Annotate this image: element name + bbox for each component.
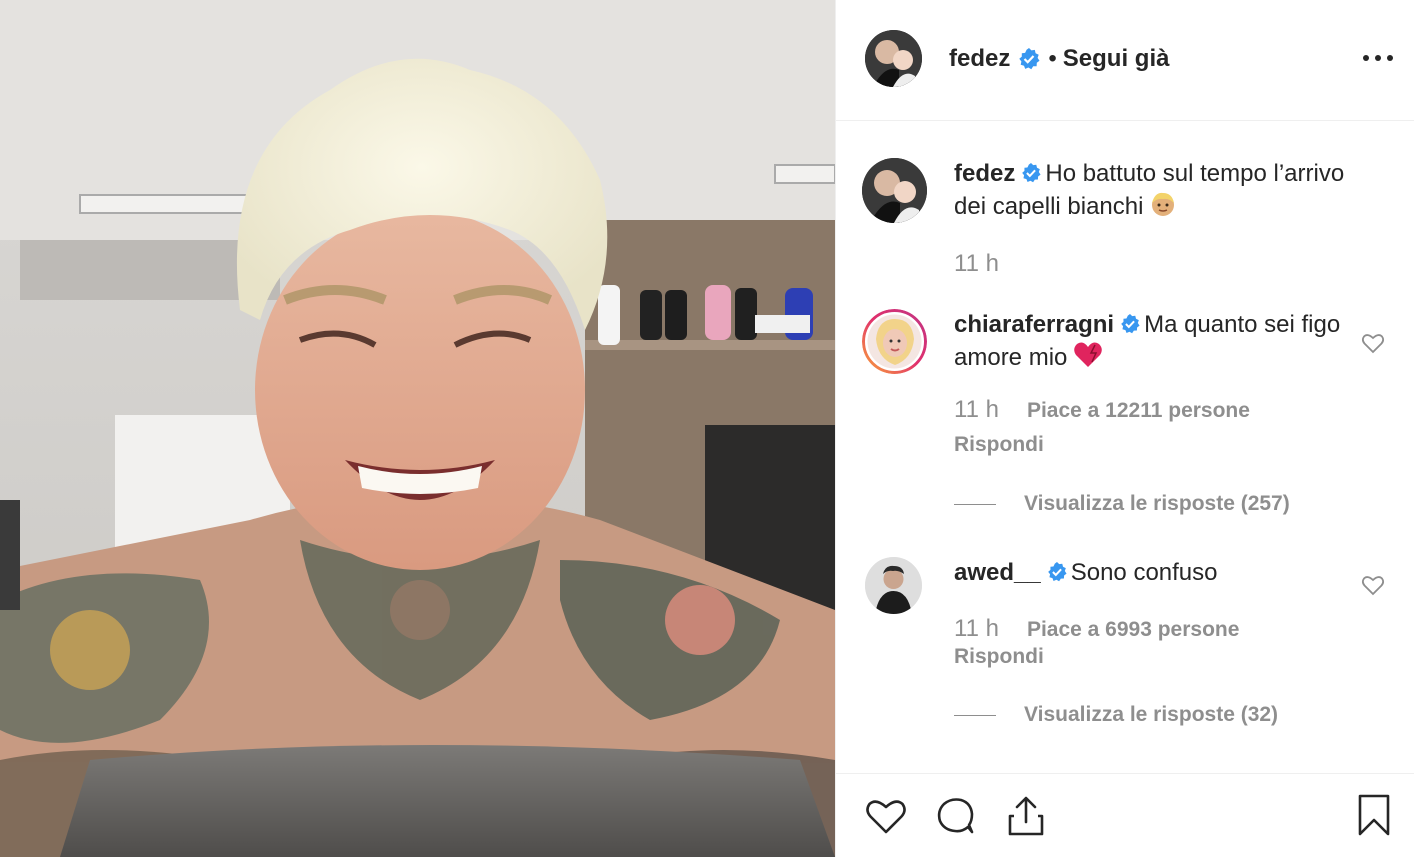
- comment-text: Sono confuso: [1070, 559, 1218, 586]
- replies-divider: [954, 503, 996, 505]
- view-replies-label: Visualizza le risposte (257): [1024, 492, 1290, 515]
- comment-time: 11 h: [954, 615, 999, 642]
- heart-outline-icon[interactable]: [864, 794, 908, 838]
- post-sidebar: fedez • Segui già fedez Ho battuto sul t…: [835, 0, 1414, 857]
- heart-emoji-icon: [1073, 341, 1103, 369]
- caption-time: 11 h: [954, 250, 999, 277]
- selfie-photo: [0, 0, 835, 857]
- more-options-icon[interactable]: [1363, 46, 1393, 70]
- author-avatar[interactable]: [865, 30, 922, 87]
- verified-badge-icon: [1021, 163, 1041, 183]
- follow-status-button[interactable]: Segui già: [1063, 45, 1170, 73]
- comment-username[interactable]: chiaraferragni: [954, 311, 1114, 338]
- header-user: fedez • Segui già: [949, 45, 1169, 73]
- caption-body: fedez Ho battuto sul tempo l’arrivo dei c…: [954, 158, 1354, 223]
- header-separator: •: [1048, 45, 1057, 72]
- reply-button[interactable]: Rispondi: [954, 645, 1044, 669]
- comment-bubble-icon[interactable]: [934, 794, 978, 838]
- blond-child-emoji-icon: [1149, 190, 1177, 218]
- comment-meta: 11 h Piace a 12211 persone: [954, 396, 1250, 424]
- comment-meta: 11 h Piace a 6993 persone: [954, 615, 1239, 643]
- comment-body: chiaraferragni Ma quanto sei figo amore m…: [954, 309, 1354, 374]
- verified-badge-icon: [1120, 314, 1140, 334]
- view-replies-button[interactable]: Visualizza le risposte (32): [954, 703, 1278, 727]
- action-bar: [836, 773, 1414, 857]
- post-header: fedez • Segui già: [836, 0, 1414, 121]
- post-photo[interactable]: [0, 0, 835, 857]
- comment-likes-link[interactable]: Piace a 6993 persone: [1027, 618, 1239, 641]
- comment-likes-link[interactable]: Piace a 12211 persone: [1027, 399, 1250, 422]
- caption-username[interactable]: fedez: [954, 160, 1015, 187]
- bookmark-icon[interactable]: [1352, 794, 1396, 838]
- like-comment-heart-icon[interactable]: [1361, 573, 1385, 597]
- replies-divider: [954, 714, 996, 716]
- author-username[interactable]: fedez: [949, 45, 1010, 73]
- verified-badge-icon: [1018, 48, 1040, 70]
- reply-button[interactable]: Rispondi: [954, 433, 1044, 457]
- caption-avatar[interactable]: [862, 158, 927, 223]
- like-comment-heart-icon[interactable]: [1361, 331, 1385, 355]
- comment-body: awed__ Sono confuso: [954, 557, 1354, 589]
- comments-list: fedez Ho battuto sul tempo l’arrivo dei c…: [836, 121, 1414, 773]
- share-upload-icon[interactable]: [1004, 794, 1048, 838]
- comment-time: 11 h: [954, 396, 999, 423]
- commenter-avatar[interactable]: [862, 309, 927, 374]
- view-replies-label: Visualizza le risposte (32): [1024, 703, 1279, 726]
- commenter-avatar[interactable]: [865, 557, 922, 614]
- view-replies-button[interactable]: Visualizza le risposte (257): [954, 492, 1290, 516]
- verified-badge-icon: [1047, 562, 1067, 582]
- comment-username[interactable]: awed__: [954, 559, 1041, 586]
- caption-meta: 11 h: [954, 250, 1027, 278]
